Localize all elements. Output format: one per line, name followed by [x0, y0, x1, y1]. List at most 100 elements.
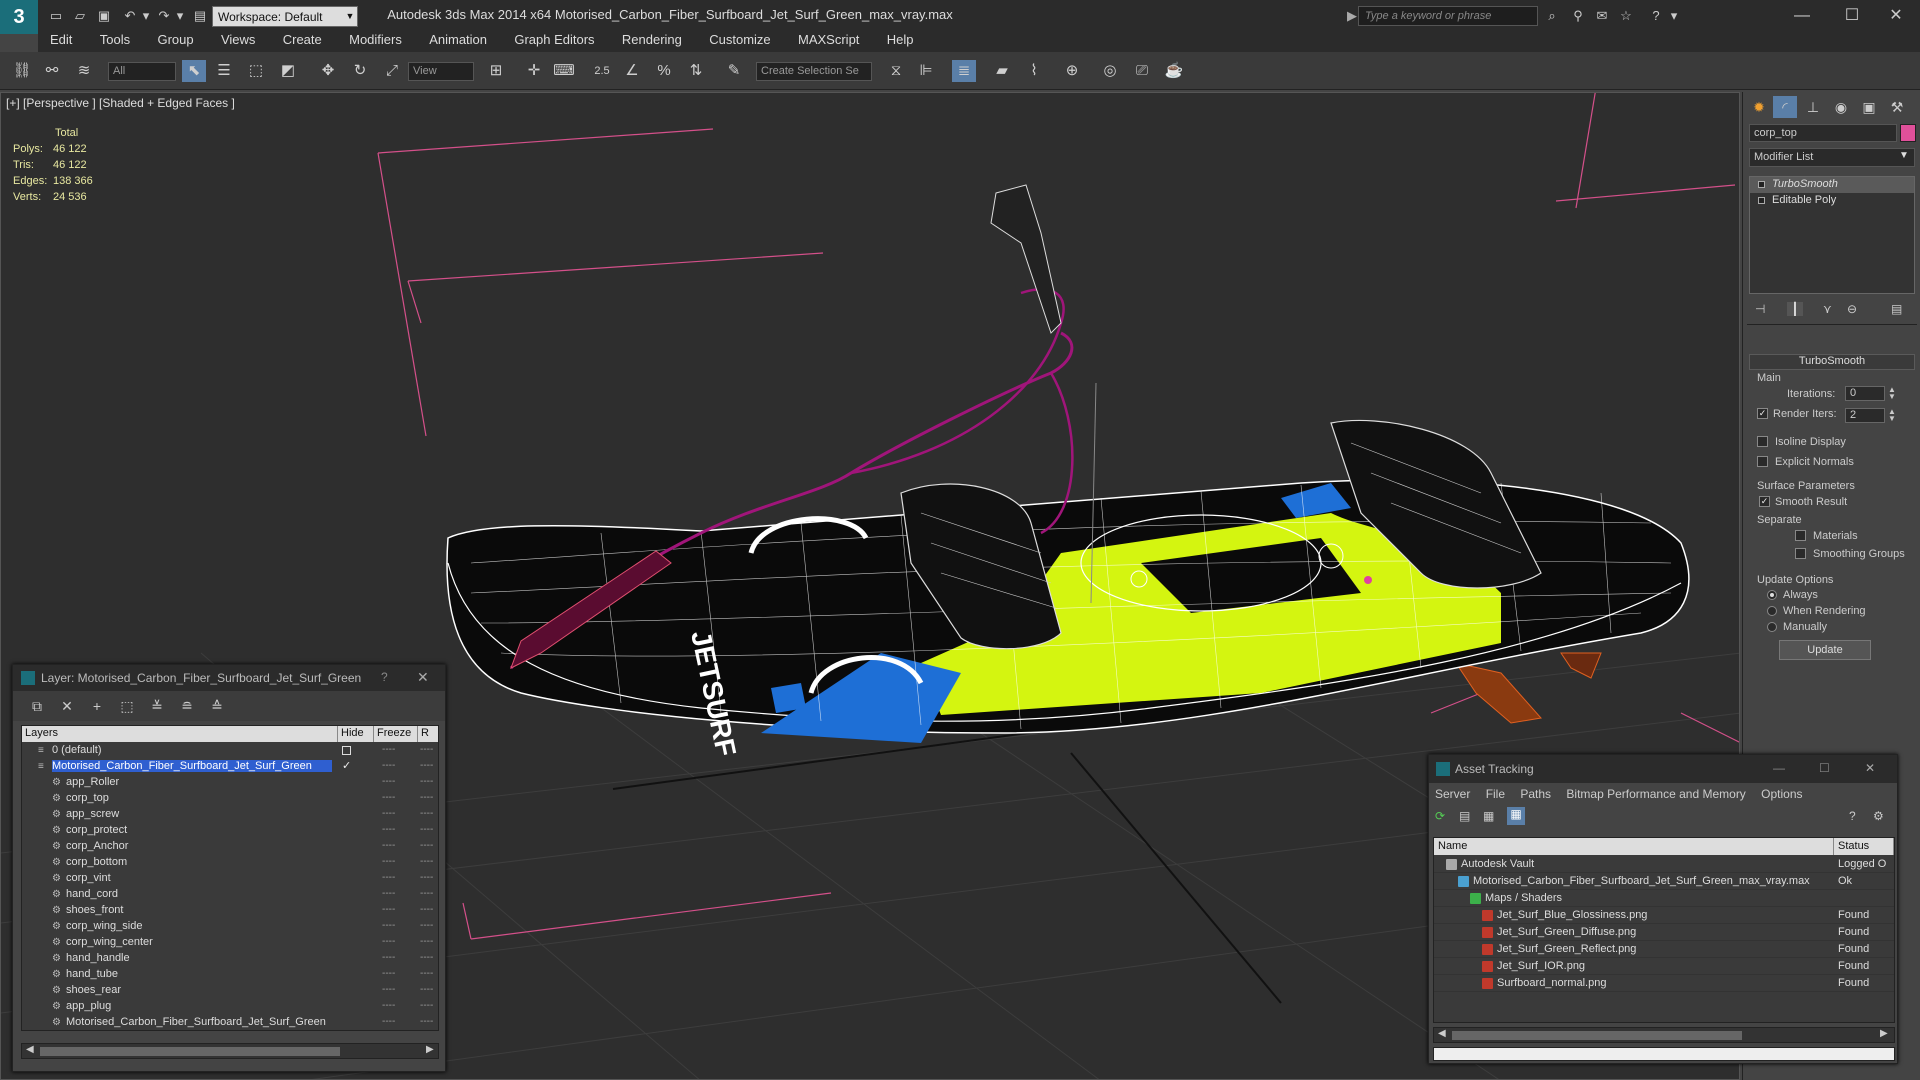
- menu-customize[interactable]: Customize: [697, 28, 782, 51]
- hide-toggle[interactable]: ----: [382, 776, 395, 787]
- layer-row[interactable]: ≡ 0 (default) ---- ----: [22, 743, 438, 759]
- iterations-spinner[interactable]: 0: [1845, 386, 1885, 401]
- rectangular-selection-icon[interactable]: ⬚: [244, 60, 268, 82]
- menu-help[interactable]: Help: [875, 28, 926, 51]
- hide-toggle[interactable]: ----: [382, 856, 395, 867]
- hierarchy-tab-icon[interactable]: ⊥: [1801, 96, 1825, 118]
- menu-tools[interactable]: Tools: [88, 28, 142, 51]
- column-status[interactable]: Status: [1834, 838, 1894, 855]
- select-and-rotate-icon[interactable]: ↻: [348, 60, 372, 82]
- freeze-toggle[interactable]: ----: [420, 888, 433, 899]
- spinner-arrows-icon[interactable]: ▲ ▼: [1888, 408, 1896, 423]
- freeze-toggle[interactable]: ----: [420, 792, 433, 803]
- select-and-scale-icon[interactable]: ⤢: [380, 60, 404, 82]
- hide-toggle[interactable]: ----: [382, 920, 395, 931]
- hide-all-icon[interactable]: ≘: [177, 697, 197, 715]
- hide-toggle[interactable]: ----: [382, 744, 395, 755]
- freeze-toggle[interactable]: ----: [420, 760, 433, 771]
- display-tab-icon[interactable]: ▣: [1857, 96, 1881, 118]
- hide-toggle[interactable]: ----: [382, 904, 395, 915]
- unlink-icon[interactable]: ⚯: [40, 60, 64, 82]
- layer-row[interactable]: ⚙ Motorised_Carbon_Fiber_Surfboard_Jet_Su…: [22, 1015, 438, 1030]
- settings-icon[interactable]: ⚙: [1873, 809, 1884, 823]
- object-name-field[interactable]: corp_top: [1749, 124, 1897, 142]
- hide-toggle[interactable]: ----: [382, 824, 395, 835]
- current-layer-check-icon[interactable]: ✓: [342, 759, 351, 772]
- help-icon[interactable]: ?: [1648, 8, 1664, 24]
- freeze-toggle[interactable]: ----: [420, 1000, 433, 1011]
- pin-stack-icon[interactable]: ⊣: [1755, 302, 1765, 316]
- hide-toggle[interactable]: ----: [382, 760, 395, 771]
- percent-snap-icon[interactable]: %: [652, 60, 676, 82]
- render-teapot-icon[interactable]: ☕: [1162, 60, 1186, 82]
- hide-toggle[interactable]: ----: [382, 888, 395, 899]
- menu-group[interactable]: Group: [145, 28, 205, 51]
- material-editor-icon[interactable]: ◎: [1098, 60, 1122, 82]
- hide-toggle[interactable]: ----: [382, 872, 395, 883]
- select-object-icon[interactable]: ⬉: [182, 60, 206, 82]
- menu-views[interactable]: Views: [209, 28, 267, 51]
- column-hide[interactable]: Hide: [338, 726, 374, 742]
- menu-edit[interactable]: Edit: [38, 28, 84, 51]
- layer-row[interactable]: ⚙ corp_top ---- ----: [22, 791, 438, 807]
- layer-row[interactable]: ⚙ hand_tube ---- ----: [22, 967, 438, 983]
- menu-options[interactable]: Options: [1755, 785, 1808, 803]
- asset-row[interactable]: Maps / Shaders: [1434, 890, 1894, 907]
- maximize-icon[interactable]: ☐: [1819, 761, 1830, 775]
- always-radio[interactable]: [1767, 590, 1777, 600]
- modify-tab-icon[interactable]: ◜: [1773, 96, 1797, 118]
- show-end-result-icon[interactable]: ┃: [1787, 302, 1803, 316]
- help-icon[interactable]: ?: [1849, 809, 1856, 823]
- when-rendering-radio[interactable]: [1767, 606, 1777, 616]
- table-view-icon[interactable]: ▦: [1483, 809, 1494, 823]
- layer-row[interactable]: ⚙ app_Roller ---- ----: [22, 775, 438, 791]
- scroll-left-icon[interactable]: ◀: [1438, 1028, 1446, 1039]
- menu-create[interactable]: Create: [271, 28, 334, 51]
- list-view-icon[interactable]: ▤: [1459, 809, 1470, 823]
- scroll-right-icon[interactable]: ▶: [1880, 1028, 1888, 1039]
- freeze-all-icon[interactable]: ≙: [207, 697, 227, 715]
- select-and-link-icon[interactable]: ⛓: [10, 60, 34, 82]
- hide-toggle[interactable]: ----: [382, 936, 395, 947]
- layer-row[interactable]: ⚙ shoes_front ---- ----: [22, 903, 438, 919]
- freeze-toggle[interactable]: ----: [420, 920, 433, 931]
- materials-checkbox[interactable]: [1795, 530, 1806, 541]
- remove-modifier-icon[interactable]: ⊖: [1847, 302, 1857, 316]
- asset-row[interactable]: Jet_Surf_IOR.png Found: [1434, 958, 1894, 975]
- turbosmooth-rollout-header[interactable]: TurboSmooth: [1749, 354, 1915, 370]
- layer-row[interactable]: ⚙ corp_wing_center ---- ----: [22, 935, 438, 951]
- grid-view-icon[interactable]: ▦: [1507, 807, 1525, 825]
- object-color-swatch[interactable]: [1900, 124, 1916, 142]
- hide-toggle[interactable]: ----: [382, 984, 395, 995]
- favorites-star-icon[interactable]: ☆: [1618, 8, 1634, 24]
- create-tab-icon[interactable]: ✹: [1747, 96, 1771, 118]
- select-by-name-icon[interactable]: ☰: [212, 60, 236, 82]
- hide-toggle[interactable]: ----: [382, 808, 395, 819]
- freeze-toggle[interactable]: ----: [420, 952, 433, 963]
- edit-named-selection-icon[interactable]: ✎: [722, 60, 746, 82]
- motion-tab-icon[interactable]: ◉: [1829, 96, 1853, 118]
- menu-bitmap-performance[interactable]: Bitmap Performance and Memory: [1560, 785, 1751, 803]
- column-layers[interactable]: Layers: [22, 726, 338, 742]
- make-unique-icon[interactable]: ⋎: [1823, 302, 1832, 316]
- align-icon[interactable]: ⊫: [914, 60, 938, 82]
- communication-center-icon[interactable]: ✉: [1594, 8, 1610, 24]
- bind-space-warp-icon[interactable]: ≋: [72, 60, 96, 82]
- freeze-toggle[interactable]: ----: [420, 824, 433, 835]
- modifier-list-dropdown[interactable]: Modifier List: [1749, 148, 1915, 167]
- menu-animation[interactable]: Animation: [417, 28, 499, 51]
- help-icon[interactable]: ?: [381, 670, 388, 684]
- freeze-toggle[interactable]: ----: [420, 936, 433, 947]
- layer-row[interactable]: ⚙ corp_Anchor ---- ----: [22, 839, 438, 855]
- close-icon[interactable]: ✕: [417, 669, 429, 686]
- configure-sets-icon[interactable]: ▤: [1891, 302, 1902, 316]
- select-manipulate-icon[interactable]: ✛: [522, 60, 546, 82]
- smoothing-groups-checkbox[interactable]: [1795, 548, 1806, 559]
- graphite-ribbon-icon[interactable]: ▰: [990, 60, 1014, 82]
- scroll-left-icon[interactable]: ◀: [26, 1044, 34, 1055]
- delete-layer-icon[interactable]: ✕: [57, 697, 77, 715]
- binoculars-icon[interactable]: ⌕: [1544, 8, 1560, 24]
- scrollbar-thumb[interactable]: [40, 1047, 340, 1056]
- layer-row[interactable]: ⚙ corp_bottom ---- ----: [22, 855, 438, 871]
- freeze-toggle[interactable]: ----: [420, 744, 433, 755]
